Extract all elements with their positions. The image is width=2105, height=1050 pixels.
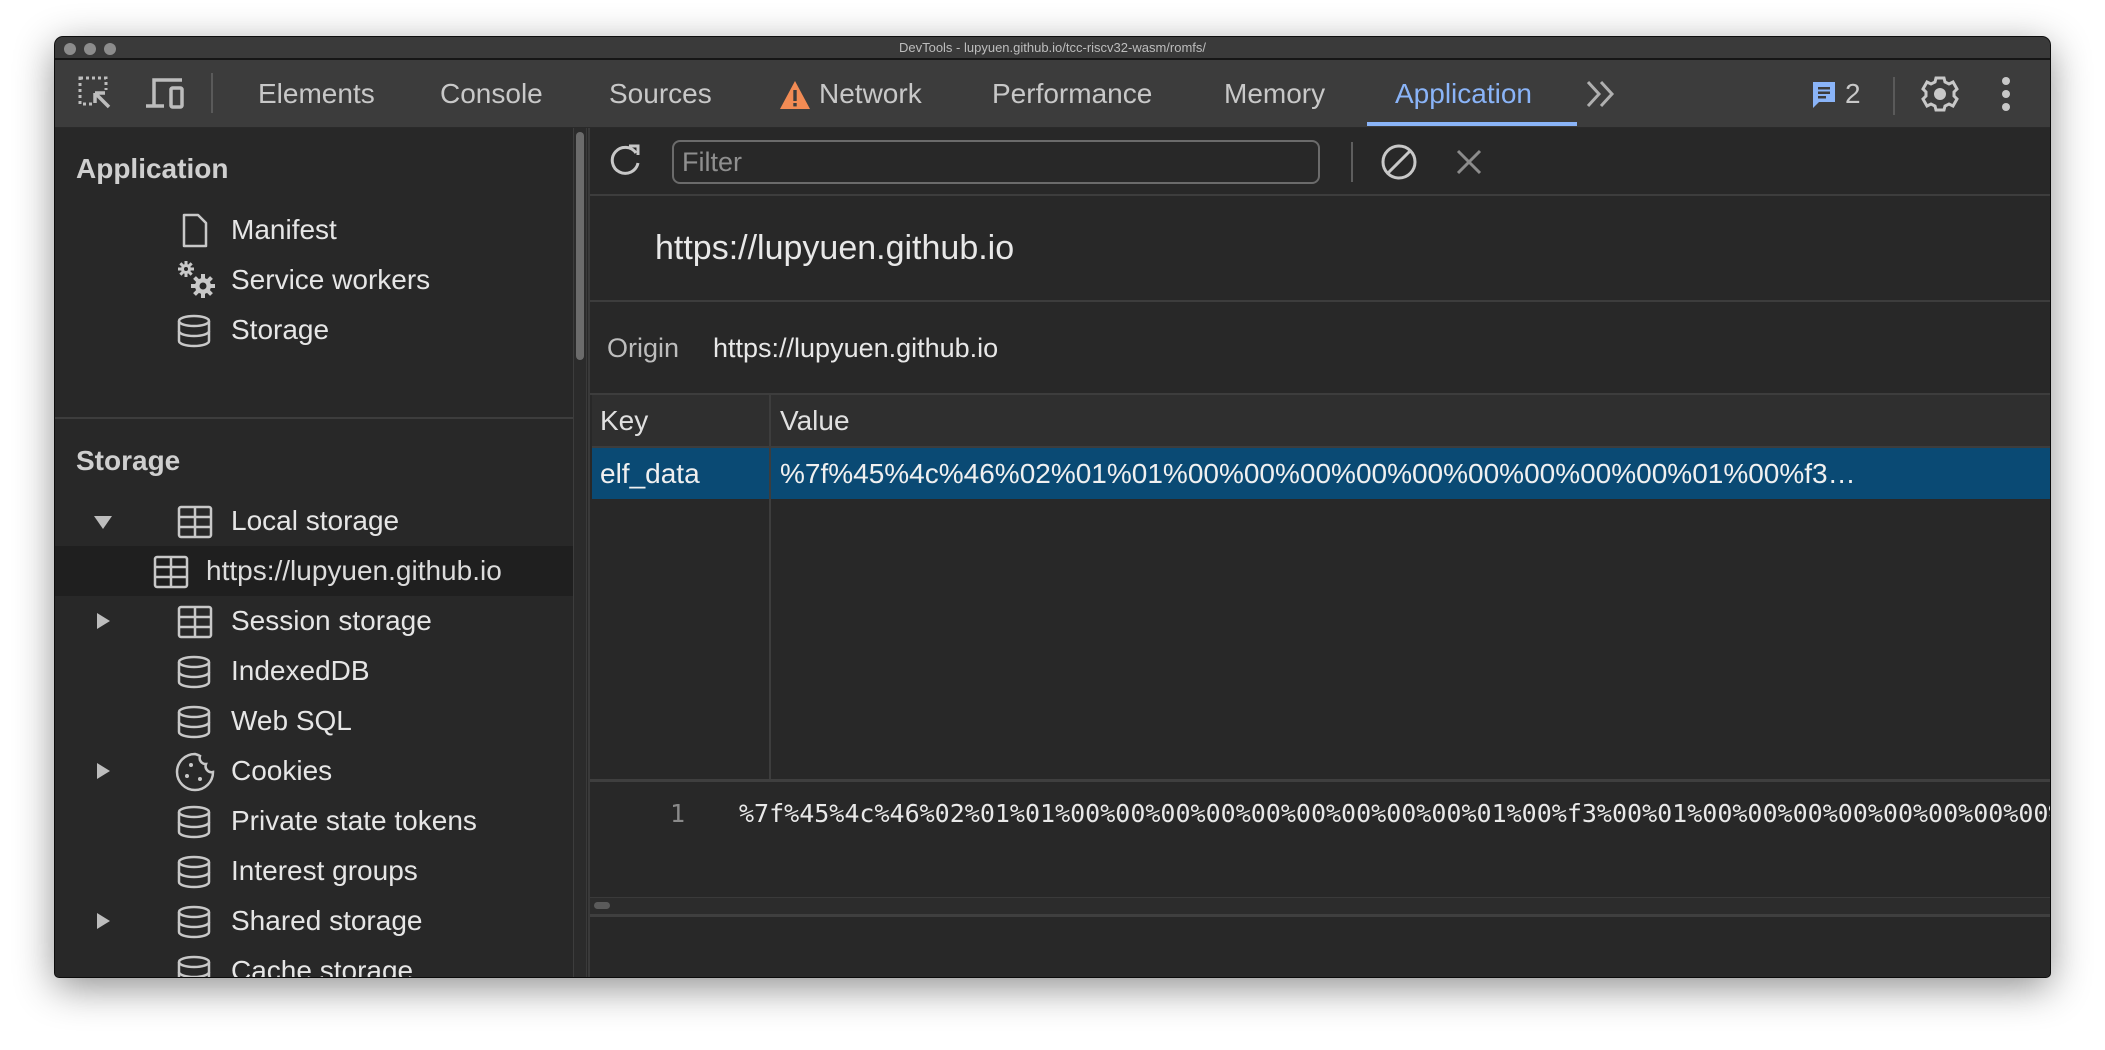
table-icon xyxy=(177,504,213,539)
table-row[interactable]: elf_data %7f%45%4c%46%02%01%01%00%00%00%… xyxy=(592,448,2050,499)
row-value: %7f%45%4c%46%02%01%01%00%00%00%00%00%00%… xyxy=(780,458,1856,489)
database-icon xyxy=(176,654,212,689)
database-icon xyxy=(176,954,212,977)
gears-icon xyxy=(176,259,218,301)
sidebar-item-label: Interest groups xyxy=(231,855,418,886)
tab-application[interactable]: Application xyxy=(1395,60,1532,127)
sidebar-heading-storage: Storage xyxy=(76,445,181,476)
database-icon xyxy=(176,704,212,739)
filter-input[interactable] xyxy=(672,140,1320,184)
database-icon xyxy=(176,313,212,348)
database-icon xyxy=(176,904,212,939)
close-icon[interactable] xyxy=(1456,149,1482,175)
settings-gear-icon[interactable] xyxy=(1921,74,1959,114)
column-header-key[interactable]: Key xyxy=(600,395,648,446)
sidebar-scrollbar-thumb[interactable] xyxy=(576,132,584,360)
table-header: Key Value xyxy=(592,395,2050,448)
database-icon xyxy=(176,804,212,839)
database-icon xyxy=(176,854,212,889)
sidebar-item-label: Service workers xyxy=(231,264,431,295)
sidebar-item-web-sql[interactable]: Web SQL xyxy=(55,696,573,746)
sidebar-item-session-storage[interactable]: Session storage xyxy=(55,596,573,646)
sidebar-item-label: Shared storage xyxy=(231,905,423,936)
sidebar-item-label: Session storage xyxy=(231,605,432,636)
sidebar-item-label: Storage xyxy=(231,314,330,345)
column-divider[interactable] xyxy=(769,395,771,779)
expand-arrow-icon[interactable] xyxy=(97,913,110,929)
column-header-value[interactable]: Value xyxy=(780,395,850,446)
sidebar-item-shared-storage[interactable]: Shared storage xyxy=(55,896,573,946)
issues-icon[interactable] xyxy=(1811,80,1837,110)
sidebar-item-label: Manifest xyxy=(231,214,337,245)
devtools-window: DevTools - lupyuen.github.io/tcc-riscv32… xyxy=(55,37,2050,977)
sidebar-item-local-storage[interactable]: Local storage xyxy=(55,496,573,546)
sidebar-item-label: Cookies xyxy=(231,755,333,786)
device-toolbar-icon[interactable] xyxy=(146,76,186,110)
tab-elements[interactable]: Elements xyxy=(258,60,375,127)
row-key: elf_data xyxy=(600,458,700,489)
expand-arrow-icon[interactable] xyxy=(94,516,112,529)
expand-arrow-icon[interactable] xyxy=(97,613,110,629)
inspect-element-icon[interactable] xyxy=(78,76,114,112)
sidebar-item-label: Cache storage xyxy=(231,955,414,977)
warning-icon xyxy=(779,80,811,110)
tab-console[interactable]: Console xyxy=(440,60,543,127)
key-value-table: Key Value elf_data %7f%45%4c%46%02%01%01… xyxy=(592,395,2050,779)
sidebar-heading-application: Application xyxy=(76,153,229,184)
active-tab-indicator xyxy=(1367,122,1577,126)
toolbar-divider xyxy=(1351,142,1353,182)
sidebar-item-interest-groups[interactable]: Interest groups xyxy=(55,846,573,896)
chevron-double-right-icon[interactable] xyxy=(1585,79,1617,109)
sidebar-item-local-storage-origin[interactable]: https://lupyuen.github.io xyxy=(55,546,573,596)
toolbar-divider xyxy=(211,73,213,113)
storage-toolbar xyxy=(590,128,2050,196)
cookie-icon xyxy=(175,752,215,792)
toolbar-divider xyxy=(1893,77,1895,115)
preview-horizontal-scrollbar[interactable] xyxy=(590,897,2050,917)
tab-network[interactable]: Network xyxy=(819,60,922,127)
expand-arrow-icon[interactable] xyxy=(97,763,110,779)
sidebar-item-cache-storage[interactable]: Cache storage xyxy=(55,946,573,977)
sidebar-item-label: Web SQL xyxy=(231,705,352,736)
local-storage-panel: https://lupyuen.github.io Origin https:/… xyxy=(588,128,2050,977)
value-preview: 1 %7f%45%4c%46%02%01%01%00%00%00%00%00%0… xyxy=(590,782,2050,897)
sidebar-item-label: Local storage xyxy=(231,505,400,536)
sidebar-item-cookies[interactable]: Cookies xyxy=(55,746,573,796)
line-number: 1 xyxy=(670,799,686,828)
block-icon[interactable] xyxy=(1380,143,1418,181)
sidebar-item-manifest[interactable]: Manifest xyxy=(55,205,573,255)
scrollbar-thumb[interactable] xyxy=(594,902,610,909)
tab-memory[interactable]: Memory xyxy=(1224,60,1325,127)
origin-label: Origin xyxy=(607,333,680,363)
refresh-icon[interactable] xyxy=(605,141,645,181)
title-bar: DevTools - lupyuen.github.io/tcc-riscv32… xyxy=(55,37,2050,60)
table-icon xyxy=(177,604,213,639)
origin-title: https://lupyuen.github.io xyxy=(655,229,1015,267)
sidebar-item-storage[interactable]: Storage xyxy=(55,305,573,355)
sidebar-item-service-workers[interactable]: Service workers xyxy=(55,255,573,305)
sidebar-item-indexeddb[interactable]: IndexedDB xyxy=(55,646,573,696)
origin-value: https://lupyuen.github.io xyxy=(713,333,999,363)
sidebar-item-label: Private state tokens xyxy=(231,805,477,836)
application-sidebar: Application Manifest Service workers Sto… xyxy=(55,128,574,977)
document-icon xyxy=(177,213,213,248)
sidebar-section-divider xyxy=(55,417,573,419)
sidebar-item-private-state-tokens[interactable]: Private state tokens xyxy=(55,796,573,846)
window-title: DevTools - lupyuen.github.io/tcc-riscv32… xyxy=(898,40,1207,55)
table-icon xyxy=(153,554,189,589)
preview-text[interactable]: %7f%45%4c%46%02%01%01%00%00%00%00%00%00%… xyxy=(739,782,2050,846)
tab-performance[interactable]: Performance xyxy=(992,60,1152,127)
panel-tab-bar: Elements Console Sources Network Perform… xyxy=(55,60,2050,128)
sidebar-item-label: https://lupyuen.github.io xyxy=(206,555,502,586)
more-options-icon[interactable] xyxy=(2001,76,2011,112)
sidebar-item-label: IndexedDB xyxy=(231,655,370,686)
issues-count[interactable]: 2 xyxy=(1845,60,1861,127)
tab-sources[interactable]: Sources xyxy=(609,60,712,127)
